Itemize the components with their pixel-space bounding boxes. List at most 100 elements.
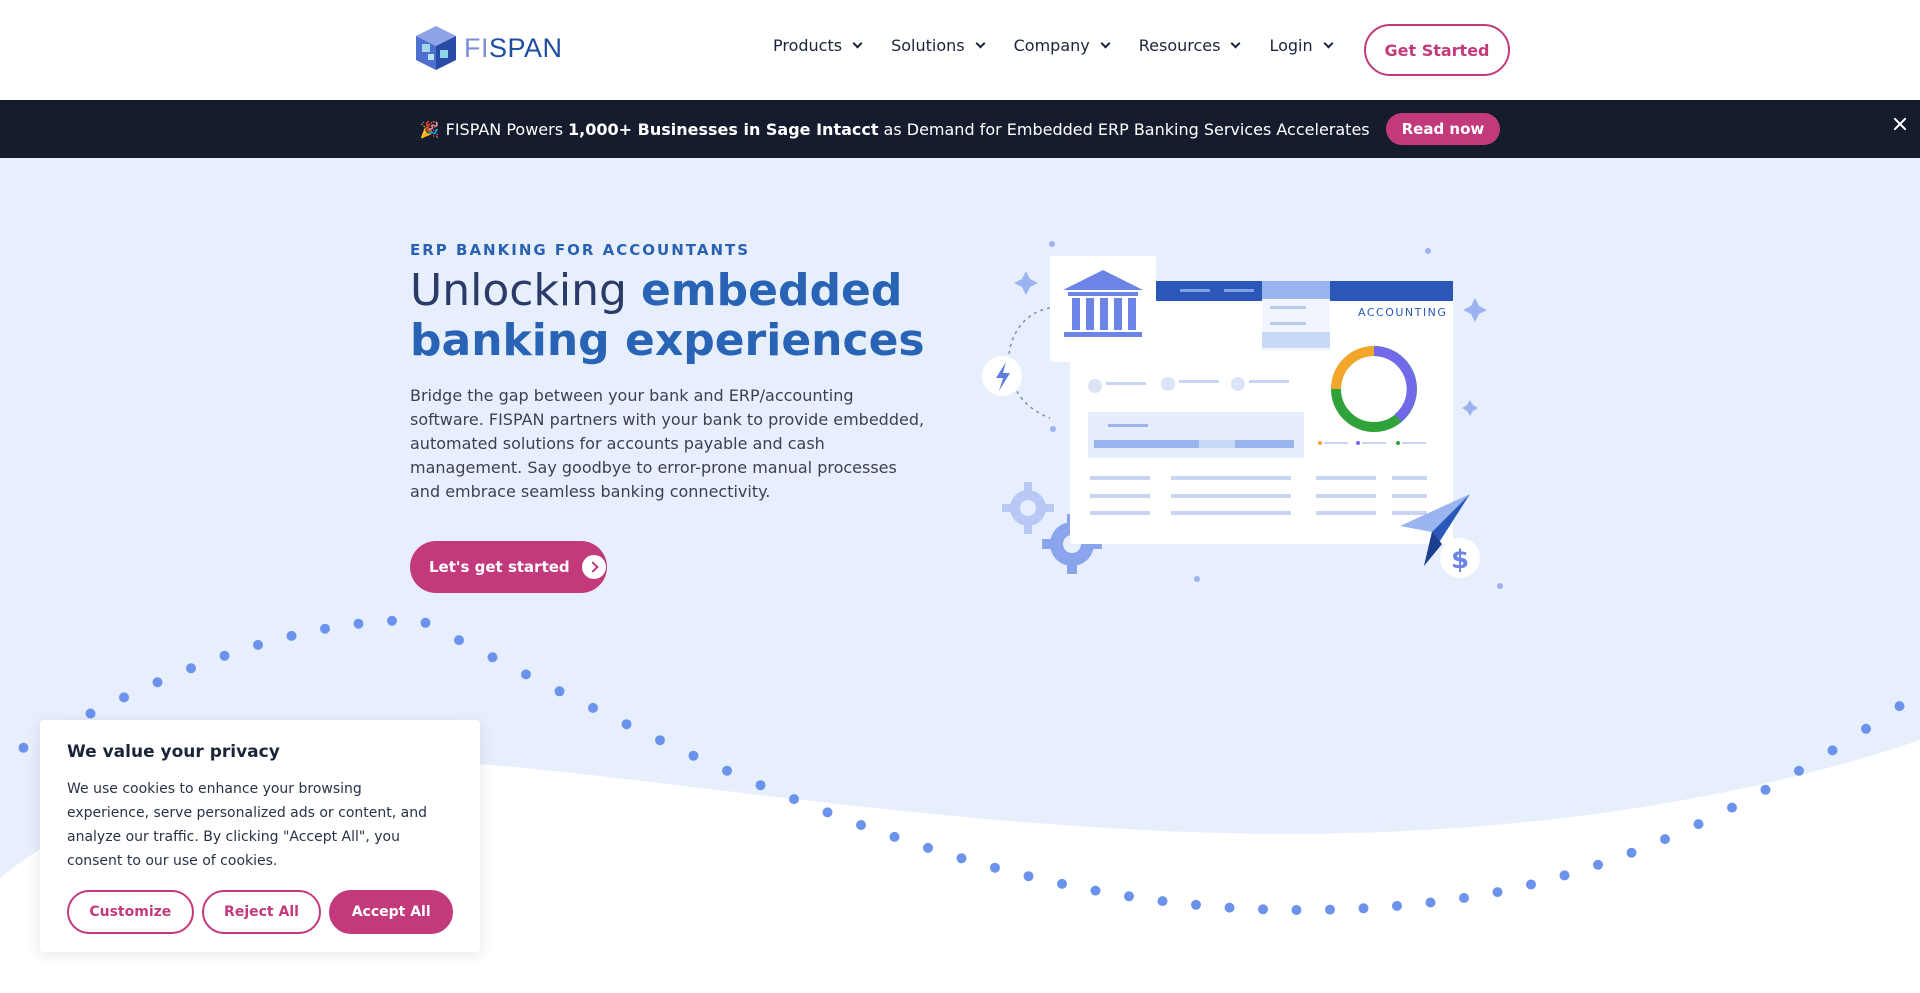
reject-all-button[interactable]: Reject All bbox=[201, 890, 322, 934]
wave-dot bbox=[688, 750, 699, 761]
wave-dot bbox=[655, 735, 665, 746]
wave-dot bbox=[1827, 745, 1838, 756]
chevron-down-icon bbox=[975, 38, 986, 49]
chevron-right-icon bbox=[581, 555, 606, 579]
chevron-down-icon bbox=[852, 38, 863, 49]
wave-dot bbox=[1861, 723, 1871, 734]
fispan-cube-icon bbox=[416, 26, 456, 70]
wave-dot bbox=[18, 742, 29, 753]
wave-dot bbox=[1023, 871, 1034, 882]
nav-company-label: Company bbox=[1013, 36, 1090, 55]
hero-body: Bridge the gap between your bank and ERP… bbox=[410, 386, 925, 501]
wave-dot bbox=[454, 635, 464, 646]
accept-all-button[interactable]: Accept All bbox=[329, 890, 453, 934]
cookie-consent-dialog: We value your privacy We use cookies to … bbox=[40, 720, 480, 952]
wave-dot bbox=[1626, 847, 1637, 858]
customize-button[interactable]: Customize bbox=[67, 890, 194, 934]
wave-dot bbox=[521, 669, 531, 680]
wave-dot bbox=[387, 615, 397, 626]
wave-dot bbox=[956, 853, 967, 864]
nav-resources-label: Resources bbox=[1138, 36, 1221, 55]
read-now-button[interactable]: Read now bbox=[1385, 113, 1501, 145]
wave-dot bbox=[755, 780, 766, 791]
banner-prefix: FISPAN Powers bbox=[445, 119, 564, 139]
wave-dot bbox=[286, 630, 297, 641]
headline-accent-2: banking experiences bbox=[410, 315, 925, 366]
svg-text:$: $ bbox=[1451, 545, 1469, 575]
wave-dot bbox=[1593, 859, 1603, 870]
close-icon[interactable] bbox=[1890, 114, 1910, 134]
wave-dot bbox=[152, 677, 163, 688]
nav-resources[interactable]: Resources bbox=[1138, 36, 1241, 55]
nav-solutions[interactable]: Solutions bbox=[891, 36, 986, 55]
wave-dot bbox=[822, 807, 833, 818]
nav-company[interactable]: Company bbox=[1013, 36, 1111, 55]
hero-eyebrow: ERP BANKING FOR ACCOUNTANTS bbox=[410, 241, 751, 259]
wave-dot bbox=[353, 618, 364, 629]
banner-suffix: as Demand for Embedded ERP Banking Servi… bbox=[883, 119, 1370, 139]
wave-dot bbox=[1090, 885, 1101, 896]
nav-products[interactable]: Products bbox=[773, 36, 863, 55]
wave-dot bbox=[1392, 900, 1402, 911]
wave-dot bbox=[119, 692, 129, 703]
wave-dot bbox=[554, 686, 565, 697]
wave-dot bbox=[85, 708, 96, 719]
wave-dot bbox=[253, 639, 263, 650]
wave-dot bbox=[1325, 904, 1335, 915]
wave-dot bbox=[1258, 904, 1268, 915]
logo-wordmark: FISPAN bbox=[464, 32, 563, 63]
wave-dot bbox=[588, 702, 598, 713]
announcement-banner: 🎉 FISPAN Powers 1,000+ Businesses in Sag… bbox=[0, 100, 1920, 158]
banner-bold-text: 1,000+ Businesses in Sage Intacct bbox=[568, 119, 879, 139]
wave-dot bbox=[1459, 893, 1469, 903]
nav-solutions-label: Solutions bbox=[891, 36, 965, 55]
fispan-logo[interactable]: FISPAN bbox=[414, 24, 563, 72]
chevron-down-icon bbox=[1323, 38, 1334, 49]
lets-get-started-button[interactable]: Let's get started bbox=[410, 541, 607, 593]
wave-dot bbox=[1526, 879, 1536, 890]
sparkle-icon bbox=[1014, 271, 1038, 295]
wave-dot bbox=[722, 765, 732, 776]
wave-dot bbox=[1894, 701, 1905, 712]
wave-dot bbox=[889, 831, 900, 842]
wave-dot bbox=[1660, 834, 1670, 845]
wave-dot bbox=[789, 794, 799, 805]
party-popper-icon: 🎉 bbox=[419, 119, 440, 139]
nav-login-label: Login bbox=[1269, 36, 1313, 55]
wave-dot bbox=[856, 820, 866, 830]
wave-dot bbox=[1358, 903, 1369, 914]
sparkle-icon bbox=[1462, 400, 1478, 416]
gear-icon bbox=[1002, 482, 1054, 534]
cookie-actions: Customize Reject All Accept All bbox=[67, 890, 453, 934]
wave-dot bbox=[1191, 899, 1201, 910]
hero-headline: Unlocking embedded banking experiences bbox=[410, 266, 970, 366]
nav-login[interactable]: Login bbox=[1269, 36, 1334, 55]
sparkle-icon bbox=[1463, 298, 1487, 322]
headline-plain: Unlocking bbox=[410, 265, 627, 316]
wave-dot bbox=[487, 652, 498, 663]
wave-dot bbox=[1425, 897, 1436, 908]
wave-dot bbox=[1760, 784, 1771, 795]
wave-dot bbox=[1057, 878, 1067, 889]
nav-products-label: Products bbox=[773, 36, 843, 55]
wave-dot bbox=[320, 623, 330, 634]
cookie-text: We use cookies to enhance your browsing … bbox=[67, 781, 427, 869]
wave-dot bbox=[923, 842, 933, 853]
wave-dot bbox=[1693, 819, 1704, 830]
wave-dot bbox=[621, 719, 632, 730]
main-nav: Products Solutions Company Resources Log… bbox=[773, 36, 1334, 55]
wave-dot bbox=[1124, 891, 1134, 902]
wave-dot bbox=[1794, 765, 1804, 776]
wave-dot bbox=[219, 650, 230, 661]
headline-accent-1: embedded bbox=[640, 265, 903, 316]
lets-get-started-label: Let's get started bbox=[429, 558, 570, 576]
wave-dot bbox=[1224, 902, 1235, 913]
wave-dot bbox=[420, 617, 431, 628]
wave-dot bbox=[1559, 870, 1570, 881]
wave-dot bbox=[990, 862, 1000, 873]
hero-illustration: ACCOUNTING $ bbox=[982, 241, 1503, 589]
chevron-down-icon bbox=[1231, 38, 1241, 49]
get-started-button[interactable]: Get Started bbox=[1364, 24, 1510, 76]
site-header: FISPAN Products Solutions Company Resour… bbox=[0, 0, 1920, 100]
chevron-down-icon bbox=[1100, 38, 1111, 49]
